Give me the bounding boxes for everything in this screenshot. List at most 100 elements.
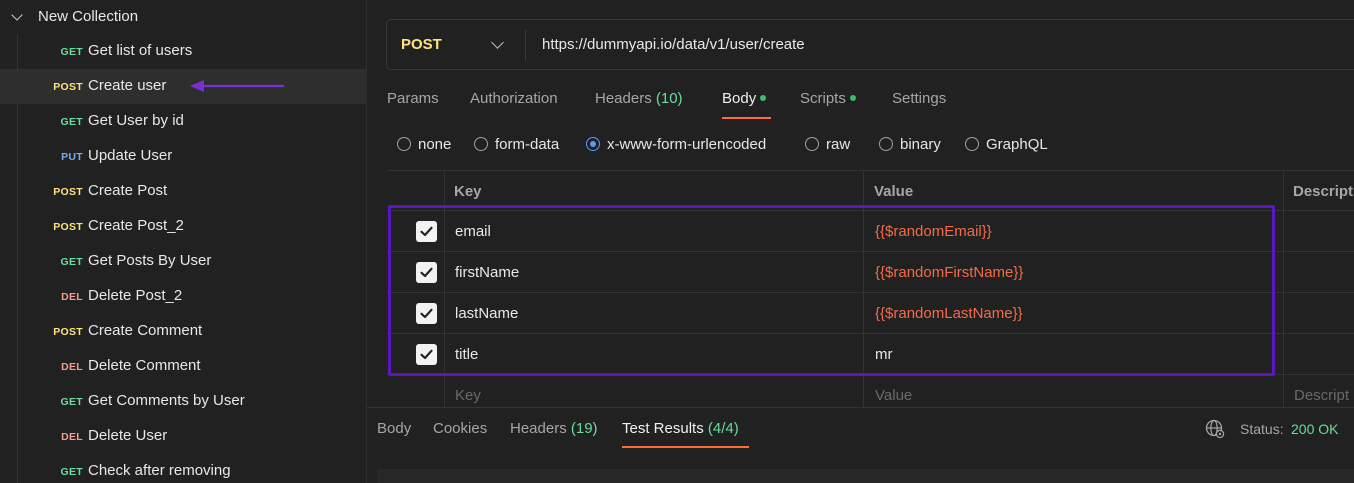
body-type-form-data[interactable]: form-data [474, 134, 559, 154]
key-placeholder[interactable]: Key [455, 387, 481, 404]
collection-title[interactable]: New Collection [38, 8, 138, 25]
tab-label: Headers [510, 420, 567, 437]
method-select[interactable]: POST [401, 36, 442, 53]
method-badge: GET [60, 116, 83, 128]
divider [525, 30, 526, 61]
request-name: Get Posts By User [88, 252, 212, 269]
status-dot-icon [760, 95, 767, 102]
request-name: Get list of users [88, 42, 193, 59]
sidebar-request[interactable]: DEL Delete User [0, 419, 367, 454]
status-dot-icon [849, 95, 856, 102]
request-name: Update User [88, 147, 173, 164]
radio-icon[interactable] [879, 137, 893, 151]
tab-params[interactable]: Params [387, 90, 439, 107]
tab-label: Test Results [622, 420, 704, 437]
sidebar-request[interactable]: GET Check after removing [0, 454, 367, 483]
sidebar-request[interactable]: GET Get Comments by User [0, 384, 367, 419]
body-type-raw[interactable]: raw [805, 134, 850, 154]
request-name: Create Post [88, 182, 168, 199]
radio-label: binary [900, 135, 941, 153]
annotation-highlight-box [388, 205, 1275, 376]
request-name: Create Comment [88, 322, 203, 339]
method-badge: DEL [61, 291, 83, 303]
tab-cookies[interactable]: Cookies [433, 420, 487, 437]
column-header-description: Descript [1293, 183, 1354, 200]
request-name: Create user [88, 77, 167, 94]
sidebar-request[interactable]: POST Create Post [0, 174, 367, 209]
column-header-value: Value [874, 183, 914, 200]
active-tab-indicator [622, 446, 749, 448]
request-name: Get Comments by User [88, 392, 245, 409]
method-badge: GET [60, 256, 83, 268]
radio-label: none [418, 135, 452, 153]
method-badge: POST [53, 81, 83, 93]
sidebar-request[interactable]: DEL Delete Post_2 [0, 279, 367, 314]
method-badge: DEL [61, 431, 83, 443]
method-badge: PUT [61, 151, 83, 163]
radio-icon[interactable] [965, 137, 979, 151]
url-bar: POST https://dummyapi.io/data/v1/user/cr… [386, 19, 1354, 70]
sidebar-request-active[interactable]: POST Create user [0, 69, 367, 104]
tab-test-results[interactable]: Test Results (4/4) [622, 420, 739, 437]
sidebar-request[interactable]: DEL Delete Comment [0, 349, 367, 384]
request-name: Delete Post_2 [88, 287, 183, 304]
count-badge: (19) [570, 420, 598, 437]
request-name: Get User by id [88, 112, 184, 129]
request-name: Create Post_2 [88, 217, 184, 234]
radio-label: x-www-form-urlencoded [607, 135, 767, 153]
sidebar-request[interactable]: GET Get User by id [0, 104, 367, 139]
value-placeholder[interactable]: Value [875, 387, 912, 404]
annotation-arrow-icon [190, 80, 284, 92]
radio-icon[interactable] [474, 137, 488, 151]
status-value: 200 OK [1291, 421, 1339, 437]
request-name: Delete User [88, 427, 168, 444]
tab-scripts[interactable]: Scripts [800, 90, 856, 107]
network-globe-icon[interactable] [1205, 419, 1225, 439]
sidebar-request[interactable]: POST Create Post_2 [0, 209, 367, 244]
collection-sidebar: New Collection GET Get list of users POS… [0, 0, 367, 483]
response-pane: Body Cookies Headers (19) Test Results (… [367, 407, 1354, 483]
tab-label: Scripts [800, 90, 846, 107]
body-type-graphql[interactable]: GraphQL [965, 134, 1048, 154]
tab-authorization[interactable]: Authorization [470, 90, 558, 107]
body-type-binary[interactable]: binary [879, 134, 941, 154]
tab-headers[interactable]: Headers (10) [595, 90, 683, 107]
status-label: Status: [1240, 421, 1284, 437]
radio-icon[interactable] [805, 137, 819, 151]
radio-selected-icon[interactable] [586, 137, 600, 151]
body-type-none[interactable]: none [397, 134, 451, 154]
request-name: Check after removing [88, 462, 231, 479]
tab-settings[interactable]: Settings [892, 90, 946, 107]
sidebar-request[interactable]: GET Get list of users [0, 34, 367, 69]
response-content [377, 469, 1354, 483]
method-badge: GET [60, 396, 83, 408]
tab-body[interactable]: Body [722, 90, 767, 107]
method-badge: POST [53, 221, 83, 233]
sidebar-request[interactable]: GET Get Posts By User [0, 244, 367, 279]
count-badge: (4/4) [707, 420, 739, 437]
chevron-down-icon[interactable] [10, 9, 26, 25]
tab-response-body[interactable]: Body [377, 420, 411, 437]
body-type-urlencoded[interactable]: x-www-form-urlencoded [586, 134, 766, 154]
method-badge: DEL [61, 361, 83, 373]
column-header-key: Key [454, 183, 482, 200]
tab-label: Body [722, 90, 757, 107]
active-tab-indicator [722, 117, 771, 119]
request-name: Delete Comment [88, 357, 201, 374]
url-input[interactable]: https://dummyapi.io/data/v1/user/create [542, 36, 805, 53]
radio-label: raw [826, 135, 851, 153]
sidebar-request[interactable]: POST Create Comment [0, 314, 367, 349]
method-badge: GET [60, 46, 83, 58]
sidebar-request[interactable]: PUT Update User [0, 139, 367, 174]
method-badge: GET [60, 466, 83, 478]
description-placeholder[interactable]: Descript [1294, 387, 1349, 404]
tab-label: Headers [595, 90, 652, 107]
collection-header[interactable]: New Collection [0, 0, 367, 34]
radio-label: GraphQL [986, 135, 1048, 153]
method-badge: POST [53, 326, 83, 338]
chevron-down-icon[interactable] [491, 36, 504, 49]
method-badge: POST [53, 186, 83, 198]
radio-label: form-data [495, 135, 560, 153]
tab-response-headers[interactable]: Headers (19) [510, 420, 598, 437]
radio-icon[interactable] [397, 137, 411, 151]
